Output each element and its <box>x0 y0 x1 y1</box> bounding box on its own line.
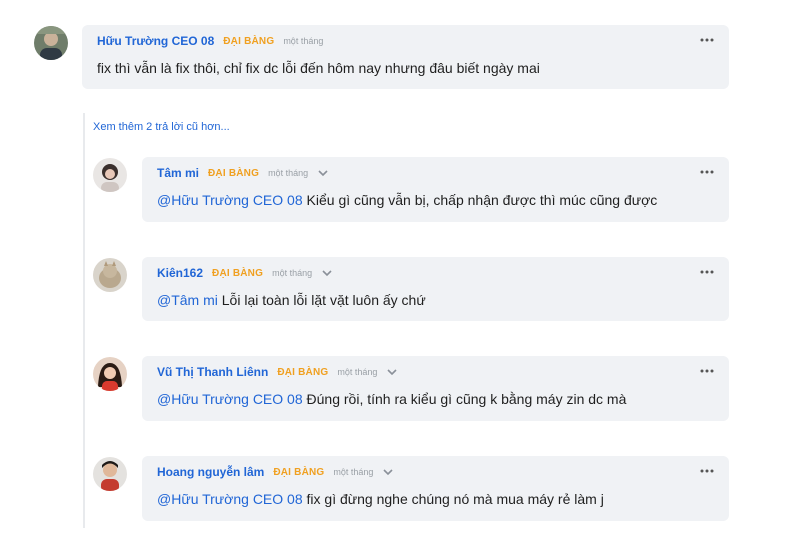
more-horizontal-icon[interactable] <box>699 368 715 374</box>
reply-bubble: Kiên162 ĐẠI BÀNG một tháng @Tâm mi Lỗi l… <box>142 257 729 321</box>
more-horizontal-icon[interactable] <box>699 269 715 275</box>
reply-body: Kiểu gì cũng vẫn bị, chấp nhận được thì … <box>302 192 658 208</box>
comment-meta: Tâm mi ĐẠI BÀNG một tháng <box>157 166 329 180</box>
avatar[interactable] <box>93 357 127 391</box>
timestamp: một tháng <box>337 367 378 377</box>
rank-badge: ĐẠI BÀNG <box>277 366 329 378</box>
chevron-down-icon[interactable] <box>321 268 333 278</box>
avatar[interactable] <box>93 457 127 491</box>
mention-link[interactable]: @Tâm mi <box>157 292 218 308</box>
reply-body: Lỗi lại toàn lỗi lặt vặt luôn ấy chứ <box>217 292 426 308</box>
reply-bubble: Hoang nguyễn lâm ĐẠI BÀNG một tháng @Hữu… <box>142 456 729 521</box>
rank-badge: ĐẠI BÀNG <box>212 267 264 279</box>
author-name[interactable]: Hoang nguyễn lâm <box>157 465 264 479</box>
timestamp: một tháng <box>333 467 374 477</box>
reply-bubble: Tâm mi ĐẠI BÀNG một tháng @Hữu Trường CE… <box>142 157 729 222</box>
comment-meta: Kiên162 ĐẠI BÀNG một tháng <box>157 266 333 280</box>
thread-line <box>83 113 85 528</box>
reply-bubble: Vũ Thị Thanh Liênn ĐẠI BÀNG một tháng @H… <box>142 356 729 421</box>
rank-badge: ĐẠI BÀNG <box>273 466 325 478</box>
author-name[interactable]: Vũ Thị Thanh Liênn <box>157 365 268 379</box>
mention-link[interactable]: @Hữu Trường CEO 08 <box>157 192 303 208</box>
timestamp: một tháng <box>272 268 313 278</box>
comment-meta: Hoang nguyễn lâm ĐẠI BÀNG một tháng <box>157 465 394 479</box>
reply-text: @Tâm mi Lỗi lại toàn lỗi lặt vặt luôn ấy… <box>157 292 426 308</box>
more-horizontal-icon[interactable] <box>699 37 715 43</box>
rank-badge: ĐẠI BÀNG <box>208 167 260 179</box>
reply-text: @Hữu Trường CEO 08 Kiểu gì cũng vẫn bị, … <box>157 192 657 208</box>
mention-link[interactable]: @Hữu Trường CEO 08 <box>157 491 303 507</box>
load-more-replies-link[interactable]: Xem thêm 2 trả lời cũ hơn... <box>93 121 230 133</box>
avatar[interactable] <box>93 158 127 192</box>
avatar[interactable] <box>34 26 68 60</box>
chevron-down-icon[interactable] <box>317 168 329 178</box>
reply-body: Đúng rồi, tính ra kiểu gì cũng k bằng má… <box>302 391 627 407</box>
author-name[interactable]: Hữu Trường CEO 08 <box>97 34 214 48</box>
comment-meta: Hữu Trường CEO 08 ĐẠI BÀNG một tháng <box>97 34 323 48</box>
timestamp: một tháng <box>283 36 324 46</box>
reply-text: @Hữu Trường CEO 08 fix gì đừng nghe chún… <box>157 491 604 507</box>
author-name[interactable]: Kiên162 <box>157 266 203 280</box>
more-horizontal-icon[interactable] <box>699 169 715 175</box>
timestamp: một tháng <box>268 168 309 178</box>
author-name[interactable]: Tâm mi <box>157 166 199 180</box>
reply-body: fix gì đừng nghe chúng nó mà mua máy rẻ … <box>302 491 604 507</box>
chevron-down-icon[interactable] <box>386 367 398 377</box>
comment-meta: Vũ Thị Thanh Liênn ĐẠI BÀNG một tháng <box>157 365 398 379</box>
comment-bubble: Hữu Trường CEO 08 ĐẠI BÀNG một tháng fix… <box>82 25 729 89</box>
more-horizontal-icon[interactable] <box>699 468 715 474</box>
comment-text: fix thì vẫn là fix thôi, chỉ fix dc lỗi … <box>97 60 540 76</box>
reply-text: @Hữu Trường CEO 08 Đúng rồi, tính ra kiể… <box>157 391 626 407</box>
rank-badge: ĐẠI BÀNG <box>223 35 275 47</box>
chevron-down-icon[interactable] <box>382 467 394 477</box>
avatar[interactable] <box>93 258 127 292</box>
mention-link[interactable]: @Hữu Trường CEO 08 <box>157 391 303 407</box>
comment-body: fix thì vẫn là fix thôi, chỉ fix dc lỗi … <box>97 60 540 76</box>
